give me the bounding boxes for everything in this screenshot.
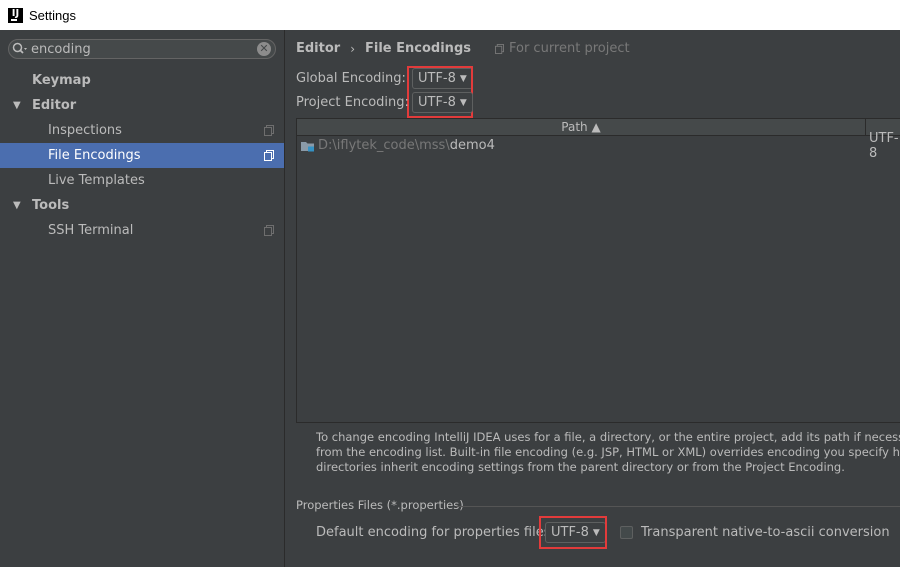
intellij-app-icon: IJ xyxy=(8,7,23,23)
sidebar-item-inspections[interactable]: Inspections xyxy=(0,118,284,143)
row-encoding-value[interactable]: UTF-8 xyxy=(869,131,900,161)
expand-arrow-icon[interactable]: ▼ xyxy=(13,100,23,111)
global-encoding-label: Global Encoding: xyxy=(296,71,406,86)
settings-tree: Keymap ▼ Editor Inspections File Encodin… xyxy=(0,68,284,243)
properties-section-title: Properties Files (*.properties) xyxy=(296,498,464,512)
sidebar-item-label: Editor xyxy=(32,98,77,113)
path-encoding-table[interactable]: Path ▲ D:\iflytek_code\mss\ demo4 UTF-8 xyxy=(296,118,900,423)
help-text: To change encoding IntelliJ IDEA uses fo… xyxy=(316,430,900,475)
settings-sidebar: ✕ Keymap ▼ Editor Inspections File Encod… xyxy=(0,30,285,567)
breadcrumb-parent: Editor xyxy=(296,41,341,56)
help-line: from the encoding list. Built-in file en… xyxy=(316,445,900,459)
project-encoding-label: Project Encoding: xyxy=(296,95,409,110)
transparent-conversion-label[interactable]: Transparent native-to-ascii conversion xyxy=(641,525,890,540)
column-header-path[interactable]: Path ▲ xyxy=(297,119,866,135)
breadcrumb: Editor › File Encodings For current proj… xyxy=(296,41,630,56)
sidebar-item-label: SSH Terminal xyxy=(48,223,134,238)
scope-label: For current project xyxy=(508,41,630,56)
project-scope-icon xyxy=(264,150,274,161)
path-prefix: D:\iflytek_code\mss\ xyxy=(318,138,450,153)
sidebar-item-live-templates[interactable]: Live Templates xyxy=(0,168,284,193)
project-scope-icon xyxy=(264,225,274,236)
sidebar-item-label: Live Templates xyxy=(48,173,145,188)
folder-icon xyxy=(301,141,314,151)
path-name: demo4 xyxy=(449,138,495,153)
search-icon[interactable] xyxy=(9,42,31,56)
sidebar-item-editor[interactable]: ▼ Editor xyxy=(0,93,284,118)
help-line: directories inherit encoding settings fr… xyxy=(316,460,845,474)
settings-search-box[interactable]: ✕ xyxy=(8,39,276,59)
section-divider xyxy=(456,506,900,507)
sidebar-item-label: Inspections xyxy=(48,123,122,138)
sidebar-item-tools[interactable]: ▼ Tools xyxy=(0,193,284,218)
breadcrumb-current: File Encodings xyxy=(365,41,471,56)
project-scope-icon xyxy=(494,43,504,54)
search-input[interactable] xyxy=(31,40,257,58)
project-encoding-value: UTF-8 xyxy=(418,95,456,110)
project-scope-icon xyxy=(264,125,274,136)
sidebar-item-label: File Encodings xyxy=(48,148,141,163)
expand-arrow-icon[interactable]: ▼ xyxy=(13,200,23,211)
table-row[interactable]: D:\iflytek_code\mss\ demo4 UTF-8 xyxy=(297,131,900,161)
sidebar-item-file-encodings[interactable]: File Encodings xyxy=(0,143,284,168)
title-bar: IJ Settings xyxy=(0,0,900,30)
settings-main-panel: Editor › File Encodings For current proj… xyxy=(286,30,900,567)
help-line: To change encoding IntelliJ IDEA uses fo… xyxy=(316,430,900,444)
sidebar-item-label: Keymap xyxy=(32,73,91,88)
breadcrumb-separator: › xyxy=(350,41,356,56)
sidebar-item-ssh-terminal[interactable]: SSH Terminal xyxy=(0,218,284,243)
highlight-box xyxy=(539,516,607,549)
clear-search-icon[interactable]: ✕ xyxy=(257,42,271,56)
sidebar-item-keymap[interactable]: Keymap xyxy=(0,68,284,93)
project-encoding-dropdown[interactable]: UTF-8 ▼ xyxy=(412,92,473,113)
sidebar-item-label: Tools xyxy=(32,198,70,213)
window-title: Settings xyxy=(29,7,76,23)
table-header: Path ▲ xyxy=(297,119,900,136)
properties-default-encoding-label: Default encoding for properties files: xyxy=(316,525,555,540)
transparent-conversion-checkbox[interactable] xyxy=(620,526,633,539)
chevron-down-icon: ▼ xyxy=(459,97,467,108)
scope-note: For current project xyxy=(494,41,630,56)
